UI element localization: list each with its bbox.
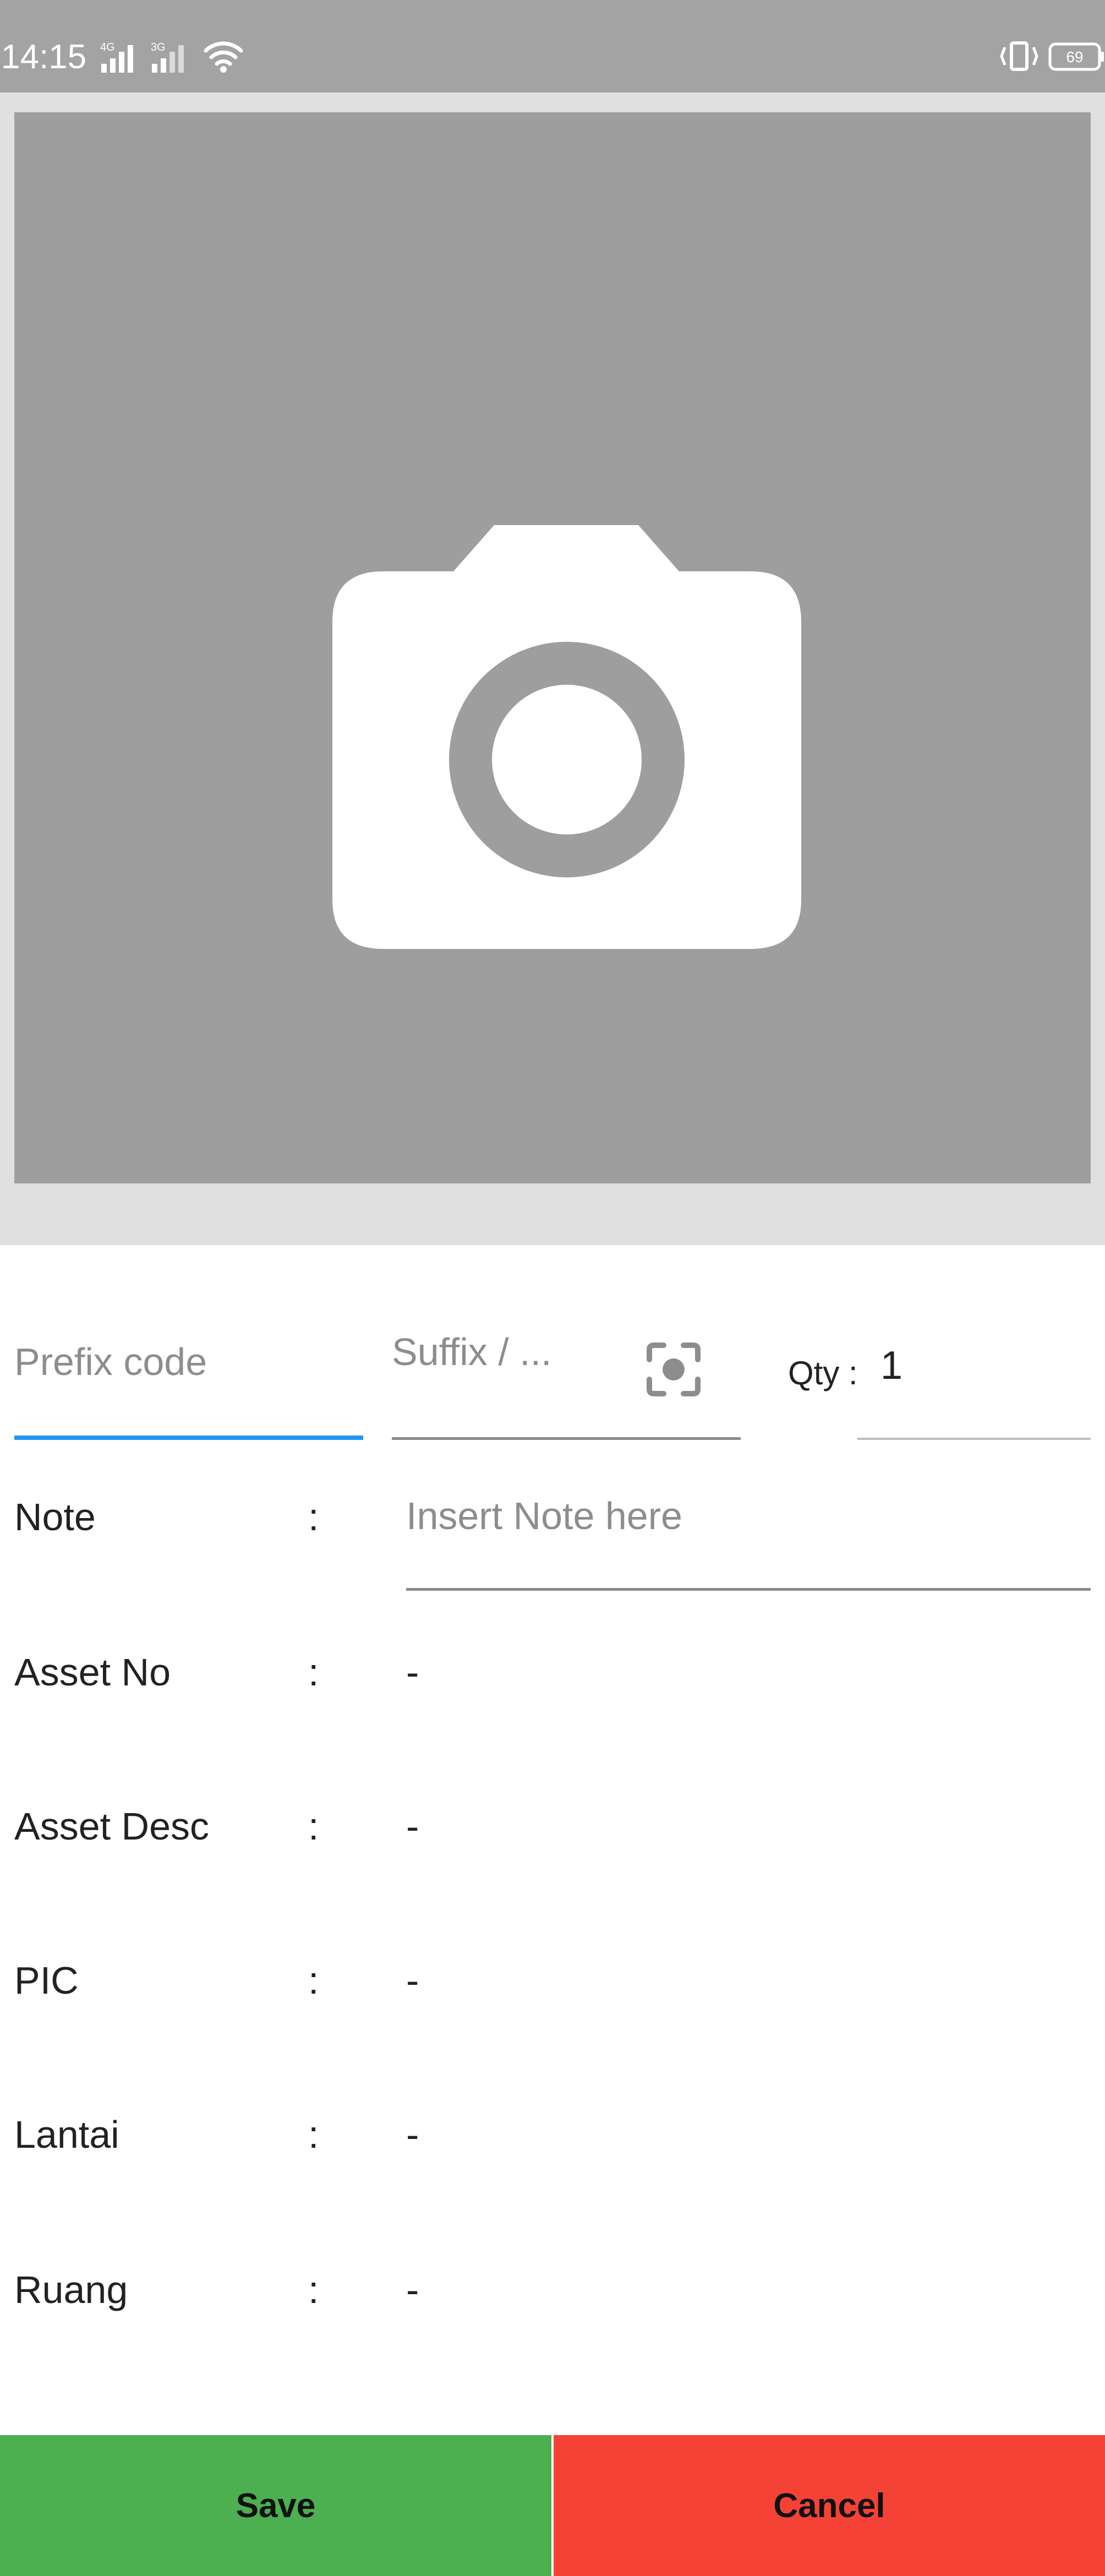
note-label: Note <box>14 1496 96 1538</box>
scan-focus-icon[interactable] <box>645 1341 702 1398</box>
asset-desc-value: - <box>406 1805 419 1848</box>
prefix-code-placeholder: Prefix code <box>14 1340 207 1383</box>
ruang-value: - <box>406 2268 419 2311</box>
asset-desc-colon: : <box>308 1805 319 1848</box>
vibrate-icon <box>1000 41 1038 71</box>
battery-level: 69 <box>1066 48 1083 66</box>
asset-no-value: - <box>406 1651 419 1694</box>
note-underline <box>406 1588 1091 1591</box>
asset-no-colon: : <box>308 1651 319 1694</box>
ruang-colon: : <box>308 2268 319 2311</box>
suffix-placeholder: Suffix / ... <box>392 1330 552 1373</box>
qty-value: 1 <box>880 1344 903 1388</box>
photo-picker[interactable] <box>14 112 1091 1183</box>
network-label-2: 3G <box>151 41 166 53</box>
note-placeholder: Insert Note here <box>406 1494 682 1537</box>
wifi-icon <box>204 41 243 73</box>
photo-container <box>0 92 1105 1245</box>
save-button[interactable]: Save <box>0 2435 551 2576</box>
qty-label: Qty : <box>788 1355 858 1391</box>
suffix-underline <box>392 1437 741 1440</box>
lantai-colon: : <box>308 2113 319 2156</box>
pic-label: PIC <box>14 1959 79 2002</box>
qty-underline <box>857 1438 1091 1440</box>
status-time: 14:15 <box>1 38 87 76</box>
pic-colon: : <box>308 1959 319 2002</box>
cancel-button[interactable]: Cancel <box>554 2435 1105 2576</box>
status-bar: 14:15 4G 3G 69 <box>0 0 1105 92</box>
note-colon: : <box>308 1496 319 1538</box>
prefix-code-underline <box>14 1436 363 1440</box>
asset-no-label: Asset No <box>14 1651 171 1694</box>
lantai-label: Lantai <box>14 2113 119 2156</box>
lantai-value: - <box>406 2113 419 2156</box>
ruang-label: Ruang <box>14 2268 128 2311</box>
prefix-code-input[interactable]: Prefix code <box>14 1310 363 1440</box>
network-label-1: 4G <box>100 41 115 53</box>
battery-icon: 69 <box>1048 42 1104 71</box>
qty-input[interactable]: 1 <box>857 1310 1091 1440</box>
asset-desc-label: Asset Desc <box>14 1805 209 1848</box>
signal-3g-icon: 3G <box>151 41 184 73</box>
pic-value: - <box>406 1959 419 2002</box>
camera-icon <box>332 525 801 949</box>
note-input[interactable]: Insert Note here <box>406 1453 1091 1591</box>
signal-4g-icon: 4G <box>100 41 133 73</box>
